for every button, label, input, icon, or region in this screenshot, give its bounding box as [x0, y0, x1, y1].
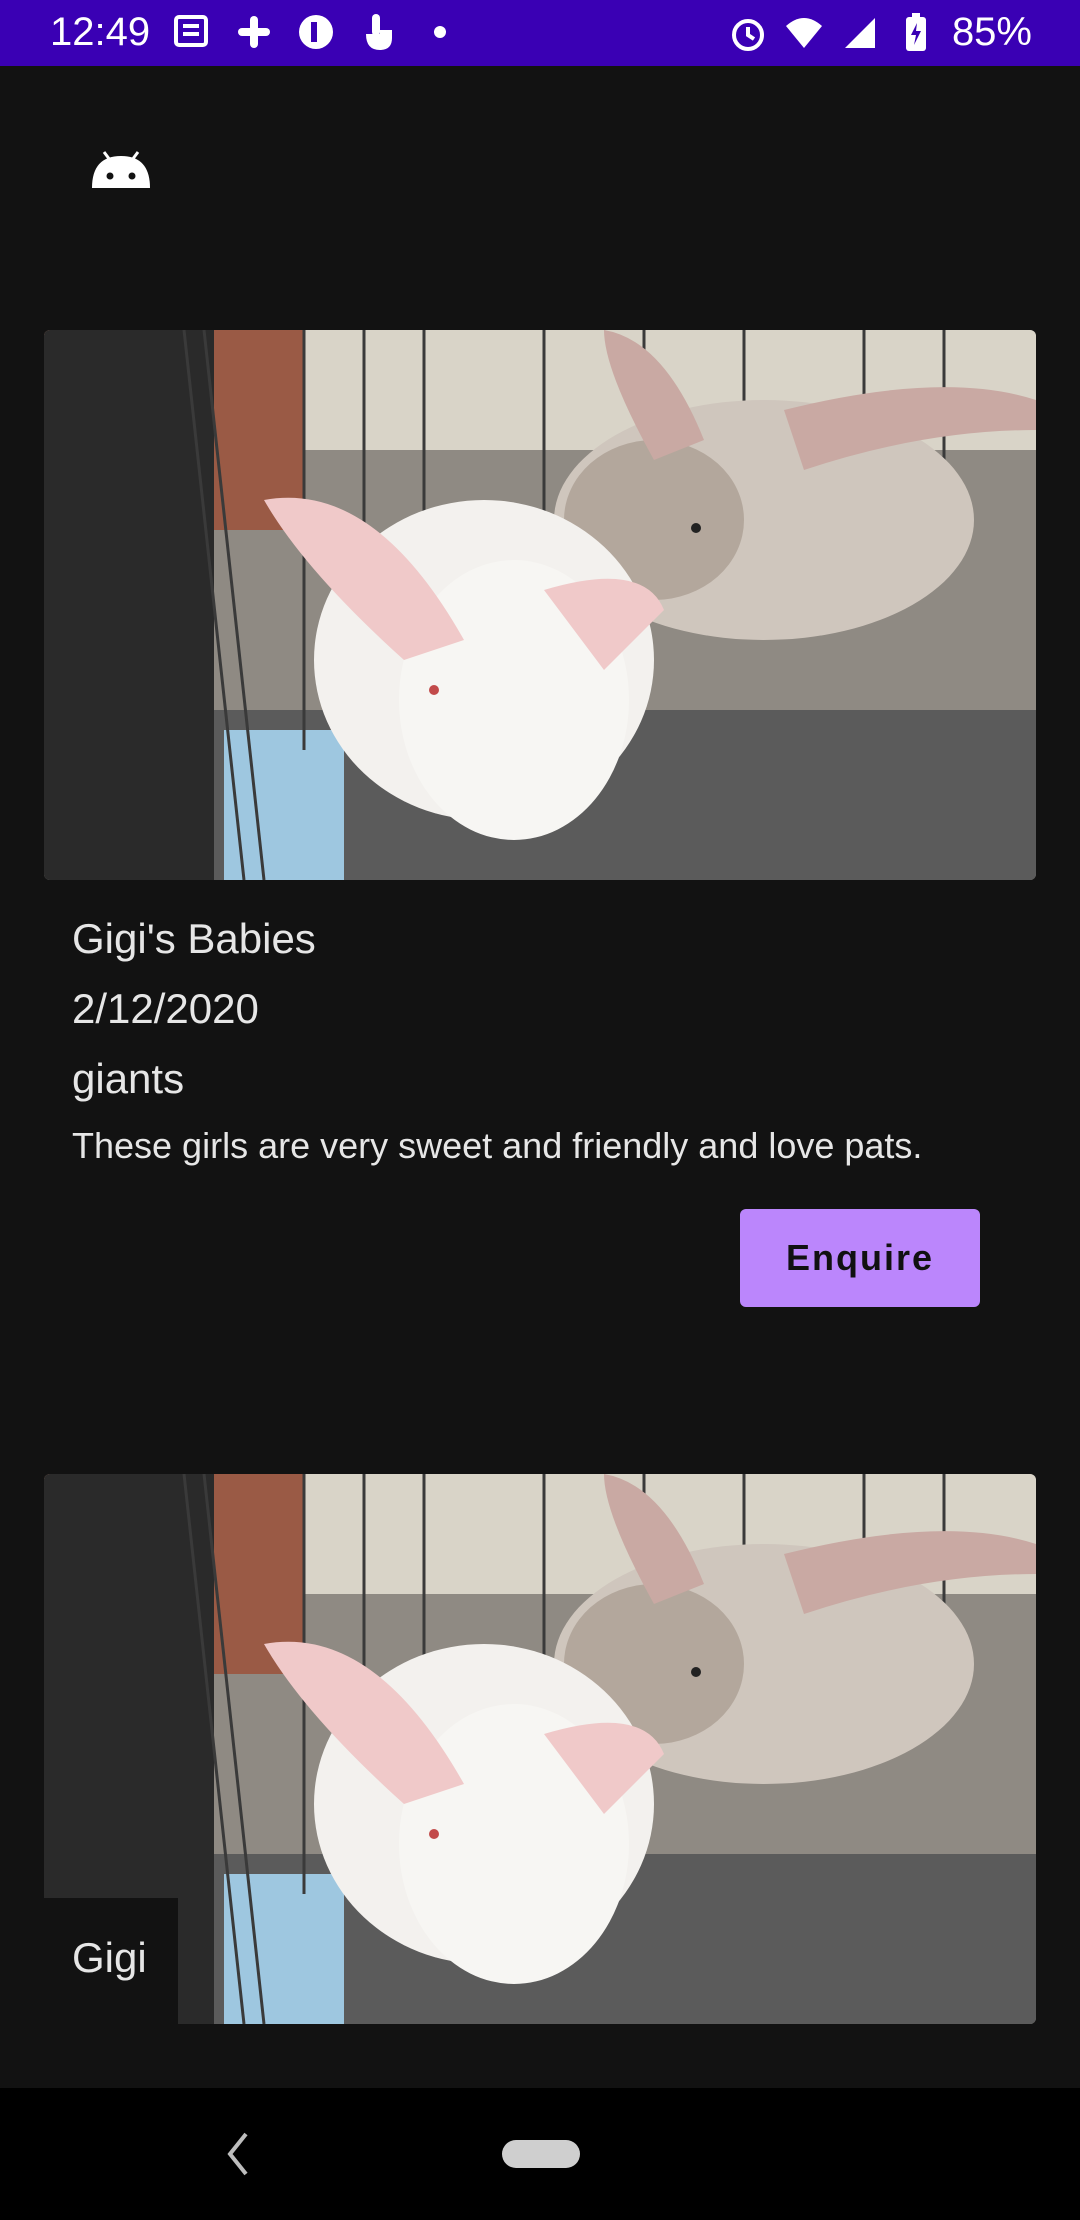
- status-time: 12:49: [50, 10, 151, 54]
- listing-description: These girls are very sweet and friendly …: [72, 1125, 923, 1166]
- news-icon: [172, 12, 212, 52]
- status-left-icons: [172, 12, 460, 52]
- listing-breed: giants: [72, 1055, 185, 1102]
- listing-date: 2/12/2020: [72, 985, 259, 1032]
- listing-card: Gigi's Babies 2/12/2020 giants These gir…: [44, 330, 1036, 1330]
- slack-icon: [234, 12, 274, 52]
- signal-icon: [840, 13, 880, 53]
- listing-photo: [44, 1474, 1036, 2024]
- status-bar: 12:49 85%: [0, 0, 1080, 66]
- app-icon: [296, 12, 336, 52]
- navigation-bar: [0, 2088, 1080, 2220]
- listing-title: Gigi's Babies: [72, 915, 316, 962]
- dot-icon: [420, 12, 460, 52]
- alarm-icon: [728, 13, 768, 53]
- home-pill-icon[interactable]: [502, 2140, 580, 2168]
- touch-icon: [358, 12, 398, 52]
- battery-percentage: 85%: [951, 10, 1032, 54]
- wifi-icon: [784, 13, 824, 53]
- back-icon[interactable]: [220, 2126, 256, 2182]
- android-icon: [90, 150, 152, 190]
- enquire-button[interactable]: Enquire: [740, 1209, 980, 1307]
- listing-photo: [44, 330, 1036, 880]
- status-right-icons: 85%: [728, 10, 1032, 55]
- battery-icon: [896, 12, 936, 53]
- listing-title: Gigi: [44, 1898, 178, 2024]
- listing-card: Gigi: [44, 1474, 1036, 2024]
